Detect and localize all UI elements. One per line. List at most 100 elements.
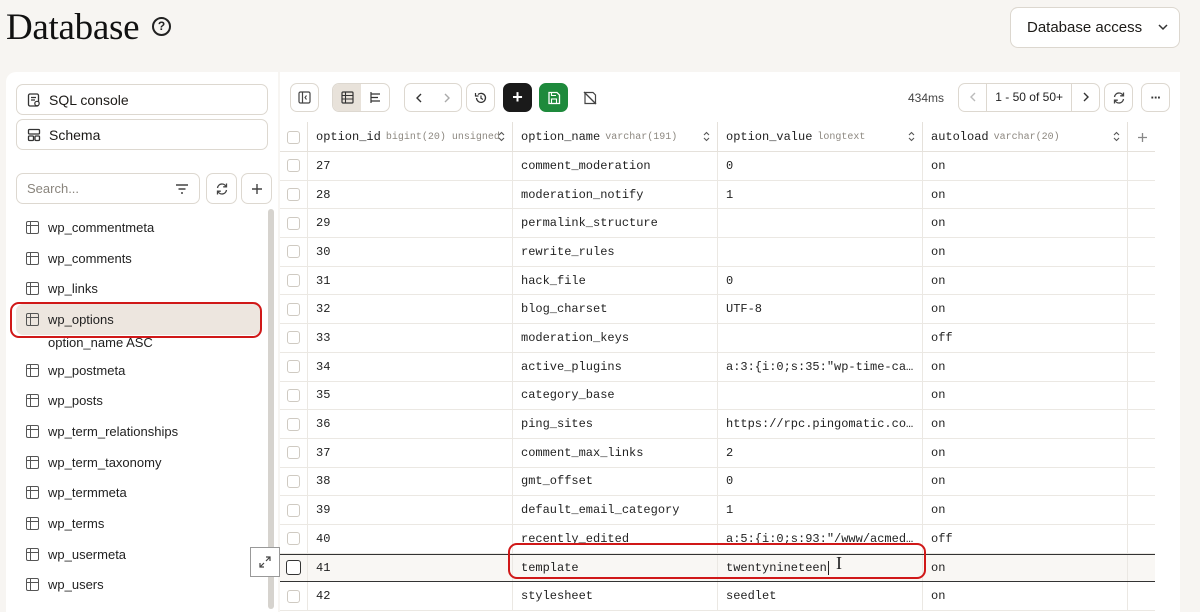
cell-option-id[interactable]: 31 (308, 266, 513, 295)
row-checkbox[interactable] (287, 188, 300, 202)
page-range[interactable]: 1 - 50 of 50+ (986, 84, 1072, 111)
cell-option-name[interactable]: template (513, 554, 718, 582)
cell-autoload[interactable]: on (923, 295, 1128, 324)
refresh-data-button[interactable] (1104, 83, 1133, 112)
sidebar-item-wp-comments[interactable]: wp_comments (16, 243, 261, 274)
cell-option-value[interactable] (718, 381, 923, 410)
history-button[interactable] (466, 83, 495, 112)
add-row-button[interactable]: + (503, 83, 532, 112)
cell-autoload[interactable]: on (923, 582, 1128, 610)
schema-button[interactable]: Schema (16, 119, 268, 150)
cell-option-name[interactable]: moderation_keys (513, 324, 718, 352)
sidebar-item-wp-postmeta[interactable]: wp_postmeta (16, 355, 261, 386)
cell-option-id[interactable]: 28 (308, 180, 513, 209)
expand-row-button[interactable] (250, 547, 280, 577)
forward-button[interactable] (433, 84, 461, 111)
row-checkbox[interactable] (287, 474, 300, 488)
cell-option-id[interactable]: 35 (308, 381, 513, 410)
cell-autoload[interactable]: on (923, 410, 1128, 438)
table-row[interactable]: 41 template twentynineteen on (280, 553, 1155, 583)
sort-order-label[interactable]: option_name ASC (16, 331, 261, 355)
back-button[interactable] (405, 84, 433, 111)
cell-option-name[interactable]: ping_sites (513, 410, 718, 438)
row-checkbox[interactable] (287, 417, 300, 431)
add-table-button[interactable] (241, 173, 272, 204)
column-header-option-name[interactable]: option_name varchar(191) (513, 122, 718, 152)
cell-option-value[interactable]: twentynineteen (718, 554, 923, 582)
cell-option-name[interactable]: recently_edited (513, 524, 718, 553)
cell-option-value[interactable] (718, 209, 923, 238)
cell-option-name[interactable]: active_plugins (513, 352, 718, 381)
row-checkbox[interactable] (287, 360, 300, 374)
sort-icon[interactable] (1113, 131, 1120, 143)
cell-option-value[interactable]: a:3:{i:0;s:35:"wp-time-ca… (718, 352, 923, 381)
toggle-sidebar-button[interactable] (290, 83, 319, 112)
cell-option-value[interactable]: 1 (718, 496, 923, 524)
row-checkbox[interactable] (287, 245, 300, 259)
cell-option-id[interactable]: 37 (308, 438, 513, 467)
sort-icon[interactable] (498, 131, 505, 143)
cell-option-value[interactable]: 0 (718, 467, 923, 496)
cell-option-name[interactable]: category_base (513, 381, 718, 410)
row-checkbox[interactable] (287, 388, 300, 402)
sidebar-item-wp-commentmeta[interactable]: wp_commentmeta (16, 212, 261, 243)
cell-option-name[interactable]: rewrite_rules (513, 238, 718, 266)
cell-option-id[interactable]: 36 (308, 410, 513, 438)
row-checkbox[interactable] (287, 503, 300, 517)
cell-autoload[interactable]: on (923, 554, 1128, 582)
cell-option-value[interactable]: a:5:{i:0;s:93:"/www/acmed… (718, 524, 923, 553)
column-header-option-value[interactable]: option_value longtext (718, 122, 923, 152)
cell-option-value[interactable] (718, 238, 923, 266)
table-row[interactable]: 32 blog_charset UTF-8 on (280, 295, 1155, 325)
row-checkbox[interactable] (287, 302, 300, 316)
help-icon[interactable]: ? (152, 17, 171, 36)
grid-view-button[interactable] (333, 84, 361, 111)
sidebar-item-wp-terms[interactable]: wp_terms (16, 508, 261, 539)
cell-option-id[interactable]: 30 (308, 238, 513, 266)
cell-option-id[interactable]: 33 (308, 324, 513, 352)
row-checkbox[interactable] (287, 159, 300, 173)
add-column-button[interactable] (1128, 122, 1156, 152)
table-search-input[interactable] (27, 181, 157, 196)
cell-option-name[interactable]: comment_max_links (513, 438, 718, 467)
sidebar-item-wp-term-relationships[interactable]: wp_term_relationships (16, 416, 261, 447)
select-all-checkbox[interactable] (287, 130, 300, 144)
filter-icon[interactable] (175, 183, 189, 195)
table-row[interactable]: 39 default_email_category 1 on (280, 496, 1155, 525)
table-row[interactable]: 40 recently_edited a:5:{i:0;s:93:"/www/acm… (280, 524, 1155, 554)
cell-autoload[interactable]: off (923, 524, 1128, 553)
table-row[interactable]: 30 rewrite_rules on (280, 238, 1155, 267)
table-row[interactable]: 28 moderation_notify 1 on (280, 180, 1155, 210)
cell-option-name[interactable]: default_email_category (513, 496, 718, 524)
database-access-button[interactable]: Database access (1010, 7, 1180, 48)
cell-option-value[interactable] (718, 324, 923, 352)
sidebar-item-wp-users[interactable]: wp_users (16, 570, 261, 601)
column-header-autoload[interactable]: autoload varchar(20) (923, 122, 1128, 152)
cell-option-id[interactable]: 34 (308, 352, 513, 381)
cell-option-value[interactable]: UTF-8 (718, 295, 923, 324)
sidebar-item-wp-links[interactable]: wp_links (16, 273, 261, 304)
structure-view-button[interactable] (361, 84, 389, 111)
cell-autoload[interactable]: on (923, 209, 1128, 238)
cell-autoload[interactable]: on (923, 438, 1128, 467)
column-header-option-id[interactable]: option_id bigint(20) unsigned (308, 122, 513, 152)
cell-autoload[interactable]: on (923, 352, 1128, 381)
sidebar-item-wp-termmeta[interactable]: wp_termmeta (16, 478, 261, 509)
cell-option-id[interactable]: 39 (308, 496, 513, 524)
table-row[interactable]: 37 comment_max_links 2 on (280, 438, 1155, 468)
table-row[interactable]: 31 hack_file 0 on (280, 266, 1155, 296)
table-row[interactable]: 33 moderation_keys off (280, 324, 1155, 353)
table-row[interactable]: 42 stylesheet seedlet on (280, 582, 1155, 611)
cell-option-id[interactable]: 40 (308, 524, 513, 553)
cell-option-value[interactable]: https://rpc.pingomatic.co… (718, 410, 923, 438)
discard-changes-button[interactable] (575, 83, 604, 112)
cell-option-id[interactable]: 29 (308, 209, 513, 238)
row-checkbox[interactable] (287, 216, 300, 230)
cell-autoload[interactable]: on (923, 266, 1128, 295)
cell-option-id[interactable]: 42 (308, 582, 513, 610)
sort-icon[interactable] (703, 131, 710, 143)
row-checkbox[interactable] (287, 446, 300, 460)
cell-option-id[interactable]: 38 (308, 467, 513, 496)
cell-autoload[interactable]: off (923, 324, 1128, 352)
row-checkbox[interactable] (287, 331, 300, 345)
